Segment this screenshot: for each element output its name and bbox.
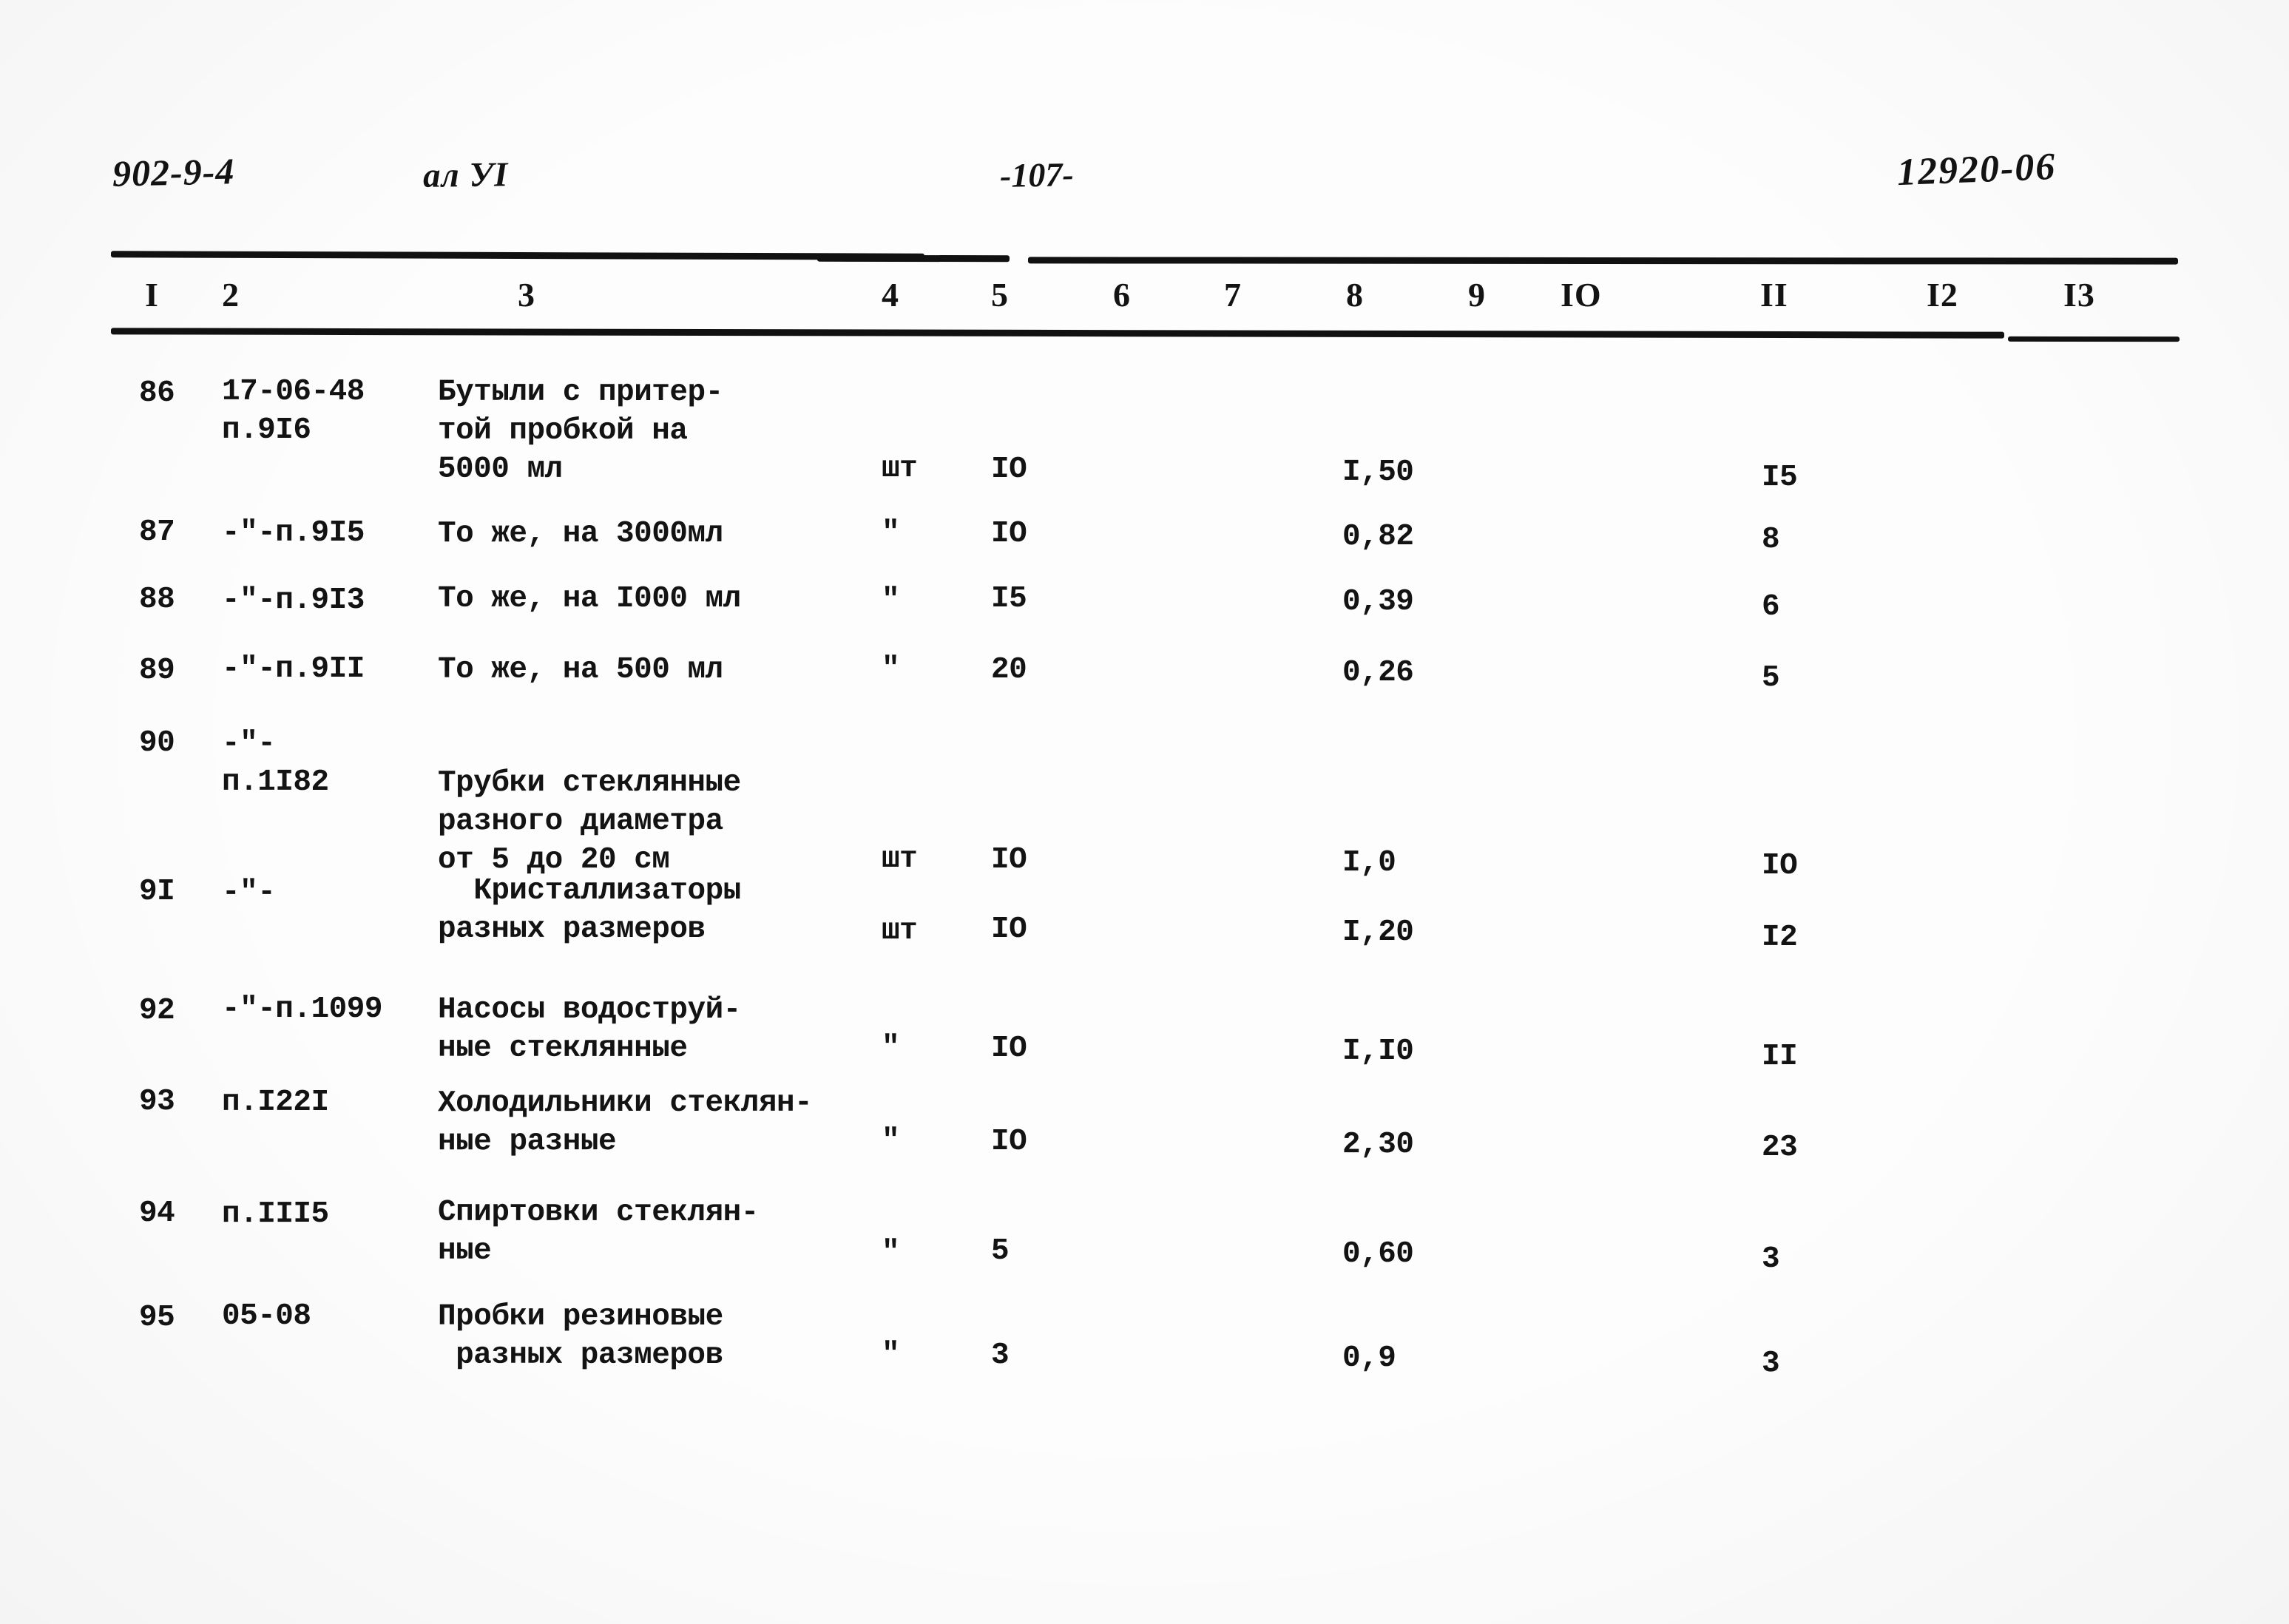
row-price: 0,26 [1342, 655, 1414, 691]
row-sum: 5 [1761, 661, 1780, 696]
column-number-9: 9 [1468, 276, 1486, 314]
album-label: ал УI [422, 155, 509, 195]
row-price: 0,39 [1342, 584, 1414, 620]
row-description: Бутыли с притер- той пробкой на 5000 мл [437, 375, 723, 487]
row-code: п.I22I [221, 1085, 329, 1120]
row-description: Насосы водоструй- ные стеклянные [437, 992, 741, 1066]
series-code: 902-9-4 [112, 150, 235, 194]
row-sum: 8 [1761, 522, 1780, 557]
row-price: I,20 [1342, 915, 1414, 950]
row-quantity: 5 [990, 1234, 1010, 1268]
row-number: 94 [138, 1196, 175, 1231]
column-number-8: 8 [1346, 276, 1364, 314]
column-number-2: 2 [222, 276, 240, 314]
column-number-11: II [1760, 276, 1788, 314]
row-description: То же, на 500 мл [437, 652, 723, 688]
row-sum: 3 [1761, 1347, 1780, 1381]
document-number: 12920-06 [1896, 145, 2058, 194]
row-number: 90 [138, 725, 175, 760]
row-quantity: IO [990, 1031, 1027, 1066]
row-description: Спиртовки стеклян- ные [437, 1195, 759, 1268]
column-number-5: 5 [991, 276, 1009, 314]
table-header-rule [110, 328, 2005, 339]
row-price: I,50 [1342, 455, 1414, 490]
row-code: -"-п.9II [221, 652, 365, 687]
row-quantity: 20 [990, 652, 1027, 688]
row-unit: " [881, 583, 900, 618]
row-sum: IO [1761, 848, 1798, 883]
column-number-10: IO [1561, 276, 1602, 314]
row-quantity: IO [990, 912, 1027, 947]
row-description: Трубки стеклянные разного диаметра от 5 … [437, 765, 741, 878]
table-top-rule-left [110, 251, 925, 260]
document-page: 902-9-4 ал УI -107- 12920-06 I 2 3 4 5 6 7 8 9 IO… [0, 0, 2289, 1624]
row-number: 93 [138, 1084, 175, 1119]
row-sum: 6 [1761, 589, 1780, 624]
row-description: То же, на I000 мл [437, 581, 741, 617]
row-code: 05-08 [221, 1299, 311, 1333]
column-number-4: 4 [882, 276, 899, 314]
row-description: То же, на 3000мл [437, 516, 723, 552]
table-header-rule-tail [2007, 336, 2180, 342]
row-unit: " [881, 1030, 900, 1065]
row-unit: " [881, 1123, 900, 1158]
row-quantity: 3 [990, 1338, 1010, 1373]
row-code: -"- [221, 876, 276, 910]
row-sum: II [1761, 1040, 1798, 1075]
row-description: Кристаллизаторы разных размеров [437, 873, 741, 947]
row-unit: " [881, 515, 900, 550]
table-top-rule-right [1027, 257, 2179, 265]
column-number-13: I3 [2063, 276, 2095, 314]
row-number: 87 [138, 515, 175, 549]
row-code: -"-п.9I3 [221, 583, 365, 618]
row-price: I,I0 [1342, 1034, 1414, 1069]
column-number-7: 7 [1224, 276, 1242, 314]
row-price: 0,82 [1342, 519, 1414, 555]
row-sum: 3 [1761, 1242, 1780, 1276]
row-number: 92 [138, 994, 175, 1029]
column-number-3: 3 [518, 276, 535, 314]
row-unit: " [881, 652, 900, 686]
column-number-12: I2 [1927, 276, 1958, 314]
table-top-rule-mid [816, 254, 1010, 263]
row-quantity: IO [990, 1124, 1027, 1160]
row-unit: шт [881, 914, 918, 949]
row-code: -"- п.1I82 [221, 726, 329, 799]
row-code: -"-п.9I5 [221, 515, 365, 551]
row-code: -"-п.1099 [221, 992, 382, 1027]
row-code: 17-06-48 п.9I6 [221, 374, 365, 447]
row-number: 86 [138, 376, 175, 411]
row-description: Пробки резиновые разных размеров [437, 1299, 723, 1373]
page-header: 902-9-4 ал УI -107- 12920-06 [0, 145, 2289, 226]
page-number: -107- [999, 155, 1075, 194]
row-quantity: IO [990, 842, 1027, 878]
row-number: 95 [138, 1301, 175, 1336]
row-number: 89 [138, 654, 175, 688]
row-quantity: IO [990, 516, 1027, 552]
column-number-6: 6 [1113, 276, 1131, 314]
row-sum: 23 [1761, 1130, 1798, 1165]
row-sum: I2 [1761, 920, 1798, 955]
row-unit: " [881, 1236, 900, 1271]
row-description: Холодильники стеклян- ные разные [437, 1086, 813, 1160]
row-quantity: I5 [990, 581, 1027, 617]
row-price: 0,9 [1342, 1341, 1396, 1376]
row-code: п.III5 [221, 1197, 329, 1232]
row-number: 9I [138, 874, 175, 909]
column-number-1: I [145, 276, 159, 314]
row-sum: I5 [1761, 461, 1798, 495]
row-number: 88 [138, 582, 175, 617]
row-price: I,0 [1342, 846, 1396, 881]
row-quantity: IO [990, 452, 1027, 487]
row-price: 0,60 [1342, 1236, 1414, 1272]
row-unit: шт [881, 451, 918, 486]
row-price: 2,30 [1342, 1127, 1414, 1163]
row-unit: " [881, 1337, 900, 1372]
